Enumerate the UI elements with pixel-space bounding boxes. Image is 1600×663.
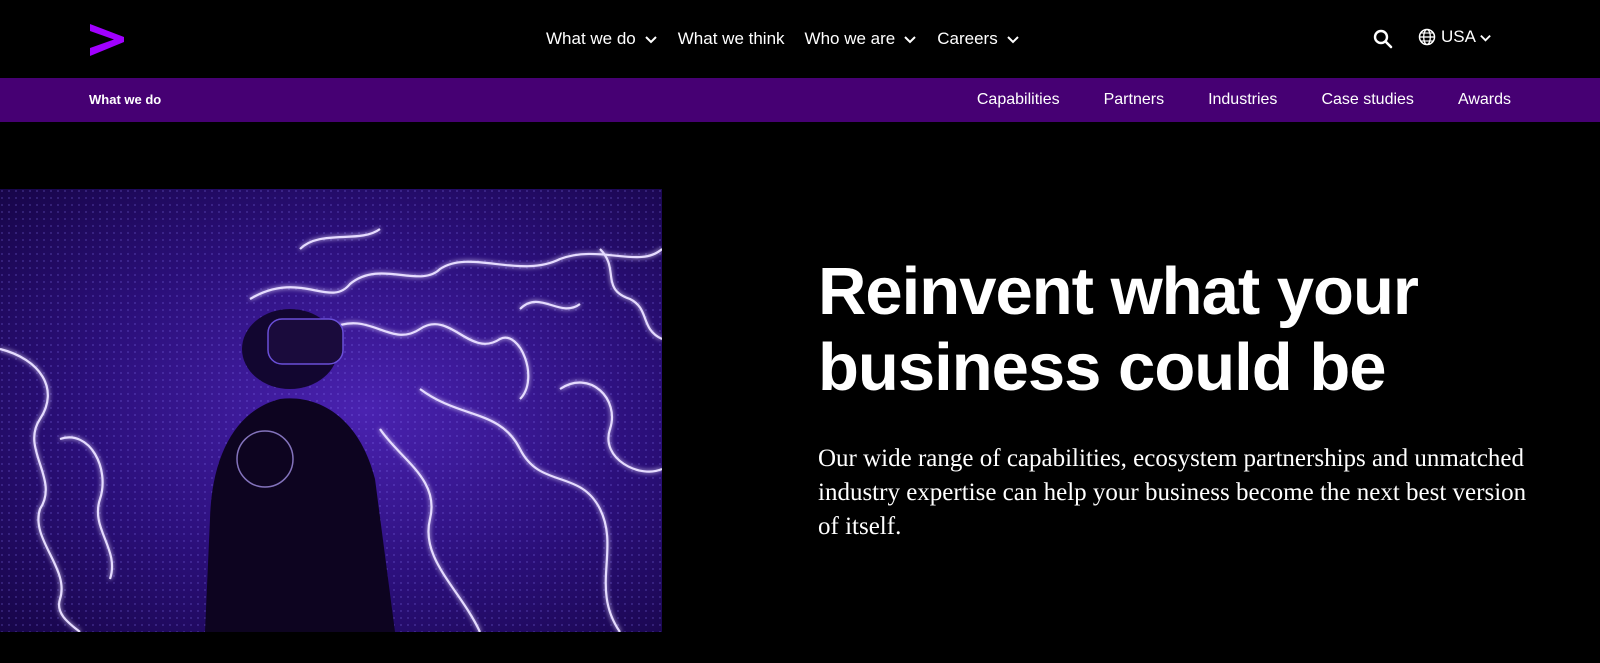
chevron-down-icon <box>645 36 657 44</box>
locale-label: USA <box>1441 27 1476 46</box>
nav-label: What we do <box>546 29 636 48</box>
chevron-down-icon <box>1006 36 1019 44</box>
hero-title-line-1: Reinvent what your <box>818 254 1419 329</box>
hero-title: Reinvent what your business could be <box>818 254 1518 406</box>
hero-image <box>0 189 662 632</box>
secondary-navigation: What we do Capabilities Partners Industr… <box>0 78 1600 122</box>
subnav-link-awards[interactable]: Awards <box>1458 91 1511 109</box>
search-icon[interactable] <box>1372 28 1394 50</box>
nav-label: Who we are <box>804 29 896 48</box>
accenture-logo[interactable] <box>88 20 126 58</box>
subnav-title[interactable]: What we do <box>89 78 161 122</box>
nav-item-careers[interactable]: Careers <box>937 29 1019 49</box>
subnav-link-case-studies[interactable]: Case studies <box>1321 91 1414 109</box>
hero-illustration <box>0 189 662 632</box>
subnav-link-capabilities[interactable]: Capabilities <box>977 91 1060 109</box>
chevron-down-icon <box>1480 34 1491 42</box>
main-nav: What we do What we think Who we are Care… <box>546 0 1040 78</box>
hero-description: Our wide range of capabilities, ecosyste… <box>818 445 1527 540</box>
chevron-down-icon <box>904 36 916 44</box>
nav-item-what-we-do[interactable]: What we do <box>546 29 658 49</box>
subnav-links: Capabilities Partners Industries Case st… <box>933 78 1511 122</box>
subnav-link-partners[interactable]: Partners <box>1104 91 1164 109</box>
subnav-link-industries[interactable]: Industries <box>1208 91 1277 109</box>
globe-icon <box>1418 28 1436 46</box>
top-navigation: What we do What we think Who we are Care… <box>0 0 1600 78</box>
locale-selector[interactable]: USA <box>1418 27 1492 47</box>
hero-title-line-2: business could be <box>818 330 1387 405</box>
nav-item-who-we-are[interactable]: Who we are <box>805 29 918 49</box>
nav-label: What we think <box>677 29 785 48</box>
nav-label: Careers <box>937 29 998 48</box>
nav-item-what-we-think[interactable]: What we think <box>678 29 785 49</box>
